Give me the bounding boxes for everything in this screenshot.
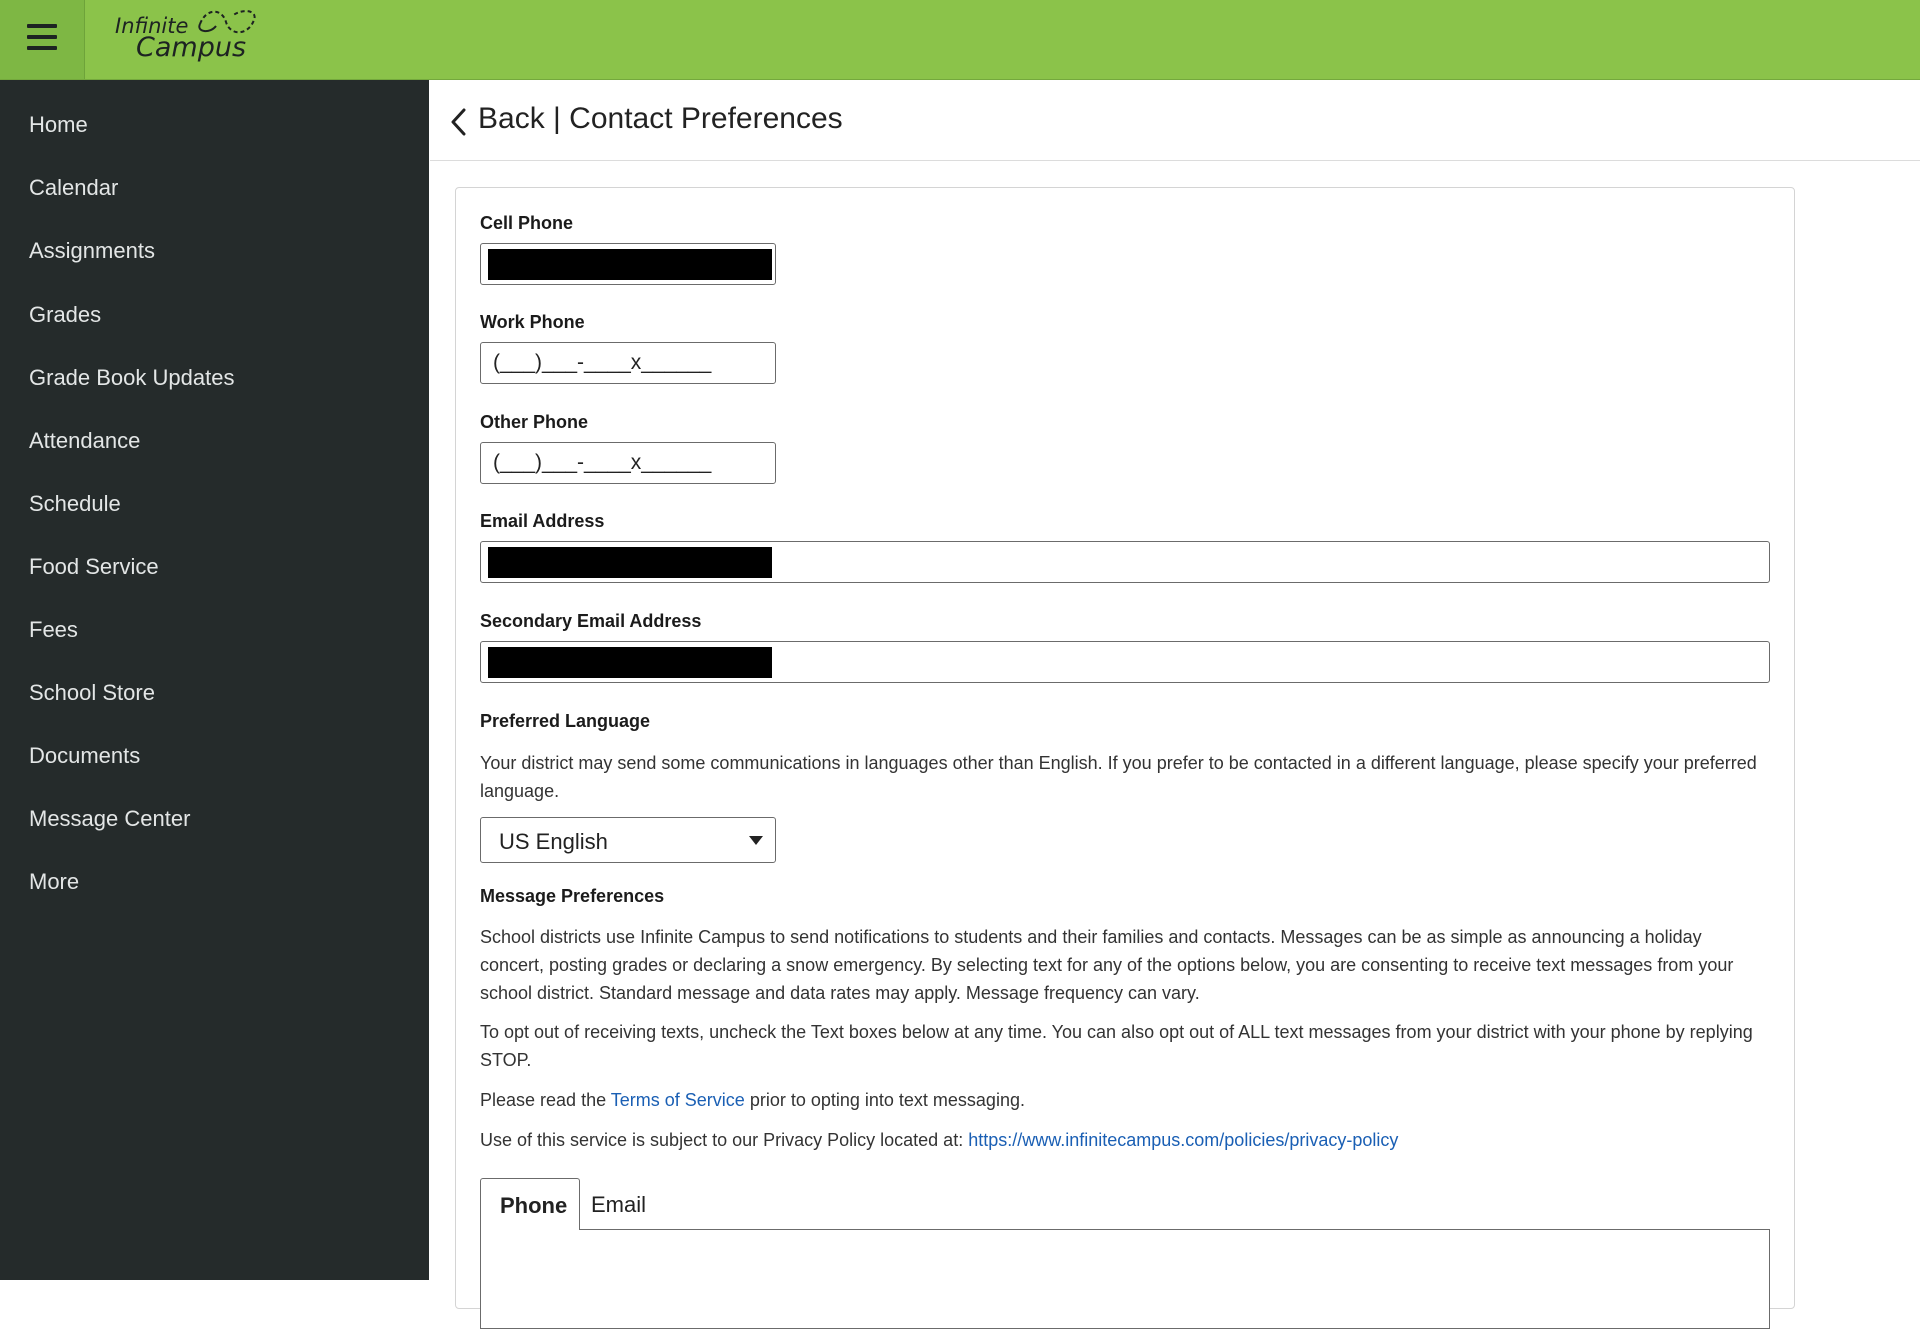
sidebar-item-grades[interactable]: Grades bbox=[0, 284, 429, 344]
preferred-language-label: Preferred Language bbox=[480, 711, 651, 731]
sidebar-item-label: Grade Book Updates bbox=[29, 365, 235, 390]
privacy-paragraph: Use of this service is subject to our Pr… bbox=[480, 1126, 1770, 1154]
sidebar-item-label: School Store bbox=[29, 680, 155, 705]
sidebar-item-label: Grades bbox=[29, 302, 102, 327]
sidebar-item-label: Food Service bbox=[29, 554, 159, 579]
sidebar-item-documents[interactable]: Documents bbox=[0, 725, 429, 785]
message-preferences-label: Message Preferences bbox=[480, 886, 665, 906]
work-phone-value: (___)___-____x______ bbox=[493, 351, 712, 374]
work-phone-label: Work Phone bbox=[480, 312, 585, 332]
other-phone-value: (___)___-____x______ bbox=[493, 451, 712, 474]
preferred-language-description: Your district may send some communicatio… bbox=[480, 753, 1757, 801]
sidebar-item-attendance[interactable]: Attendance bbox=[0, 410, 429, 470]
sidebar-item-label: Assignments bbox=[29, 238, 155, 263]
sidebar-item-food-service[interactable]: Food Service bbox=[0, 536, 429, 596]
sidebar-item-grade-book-updates[interactable]: Grade Book Updates bbox=[0, 347, 429, 407]
message-preferences-description: School districts use Infinite Campus to … bbox=[480, 927, 1734, 1003]
dropdown-arrow-icon bbox=[749, 836, 763, 845]
other-phone-label: Other Phone bbox=[480, 412, 589, 432]
privacy-prefix-text: Use of this service is subject to our Pr… bbox=[480, 1130, 969, 1150]
chevron-left-icon bbox=[451, 108, 466, 136]
sidebar-item-label: Attendance bbox=[29, 428, 141, 453]
other-phone-input[interactable]: (___)___-____x______ bbox=[480, 442, 776, 484]
sidebar-nav: Home Calendar Assignments Grades Grade B… bbox=[0, 80, 429, 1280]
redacted-value bbox=[488, 249, 772, 280]
infinite-campus-logo[interactable]: Infinite Campus bbox=[112, 4, 262, 64]
terms-suffix-text: prior to opting into text messaging. bbox=[744, 1090, 1025, 1110]
sidebar-item-more[interactable]: More bbox=[0, 851, 429, 911]
hamburger-menu-button[interactable] bbox=[0, 0, 85, 79]
menu-icon-bar bbox=[27, 46, 57, 50]
tab-email[interactable]: Email bbox=[591, 1178, 671, 1230]
sidebar-item-assignments[interactable]: Assignments bbox=[0, 220, 429, 280]
work-phone-input[interactable]: (___)___-____x______ bbox=[480, 342, 776, 384]
sidebar-item-label: Schedule bbox=[29, 491, 121, 516]
page-header: Back | Contact Preferences bbox=[430, 80, 1920, 161]
page-title: Back | Contact Preferences bbox=[478, 102, 843, 135]
contact-preferences-card: Cell Phone Work Phone (___)___-____x____… bbox=[455, 187, 1795, 1329]
sidebar-item-label: Home bbox=[29, 112, 88, 137]
sidebar-item-label: More bbox=[29, 869, 80, 894]
sidebar-item-message-center[interactable]: Message Center bbox=[0, 788, 429, 848]
tab-email-label: Email bbox=[591, 1192, 647, 1217]
tab-phone[interactable]: Phone bbox=[480, 1178, 580, 1230]
sidebar-item-school-store[interactable]: School Store bbox=[0, 662, 429, 722]
cell-phone-input[interactable] bbox=[480, 243, 776, 285]
cell-phone-label: Cell Phone bbox=[480, 213, 574, 233]
menu-icon-bar bbox=[27, 24, 57, 28]
privacy-policy-link[interactable]: https://www.infinitecampus.com/policies/… bbox=[968, 1130, 1398, 1150]
secondary-email-label: Secondary Email Address bbox=[480, 611, 702, 631]
language-select[interactable]: US English bbox=[480, 817, 776, 863]
sidebar-item-schedule[interactable]: Schedule bbox=[0, 473, 429, 533]
tab-phone-label: Phone bbox=[500, 1193, 568, 1218]
sidebar-item-fees[interactable]: Fees bbox=[0, 599, 429, 659]
terms-paragraph: Please read the Terms of Service prior t… bbox=[480, 1086, 1770, 1114]
sidebar-item-calendar[interactable]: Calendar bbox=[0, 157, 429, 217]
sidebar-item-label: Fees bbox=[29, 617, 78, 642]
tab-panel bbox=[480, 1229, 1770, 1329]
sidebar-item-home[interactable]: Home bbox=[0, 94, 429, 154]
opt-out-description: To opt out of receiving texts, uncheck t… bbox=[480, 1022, 1753, 1070]
menu-icon-bar bbox=[27, 35, 57, 39]
redacted-value bbox=[488, 547, 772, 578]
sidebar-item-label: Message Center bbox=[29, 806, 191, 831]
terms-prefix-text: Please read the bbox=[480, 1090, 611, 1110]
top-bar: Infinite Campus bbox=[0, 0, 1920, 80]
terms-of-service-link[interactable]: Terms of Service bbox=[611, 1090, 745, 1110]
email-address-input[interactable] bbox=[480, 541, 1770, 583]
sidebar-item-label: Calendar bbox=[29, 175, 119, 200]
secondary-email-input[interactable] bbox=[480, 641, 1770, 683]
email-address-label: Email Address bbox=[480, 511, 605, 531]
redacted-value bbox=[488, 647, 772, 678]
sidebar-item-label: Documents bbox=[29, 743, 141, 768]
language-selected-value: US English bbox=[499, 829, 608, 854]
infinity-icon bbox=[198, 10, 256, 34]
